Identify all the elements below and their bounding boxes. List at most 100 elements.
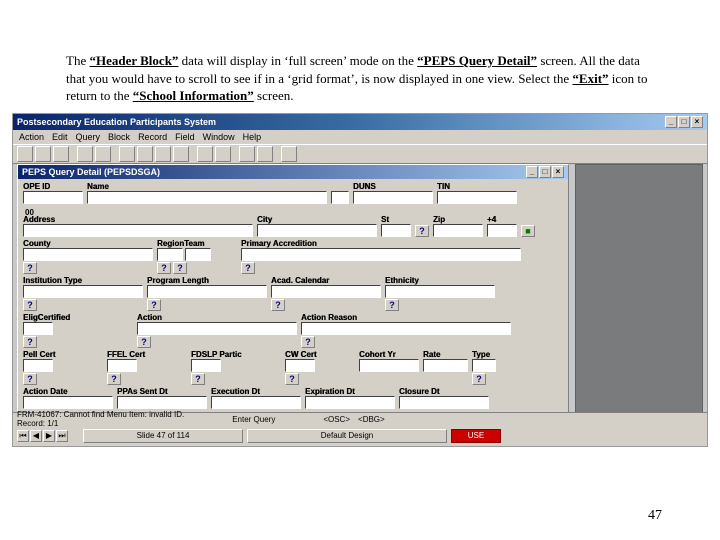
form-body: OPE ID00 Name DUNS TIN Address City St ?… — [18, 179, 568, 414]
toolbar-btn-4[interactable] — [77, 146, 93, 162]
input-action[interactable] — [137, 322, 297, 335]
tab-nav-next[interactable]: ▶ — [43, 430, 55, 442]
label-prog-length: Program Length — [147, 276, 267, 285]
menu-edit[interactable]: Edit — [52, 132, 68, 142]
help-icon-fdslp[interactable]: ? — [191, 373, 205, 385]
toolbar-btn-5[interactable] — [95, 146, 111, 162]
input-ext1[interactable] — [331, 191, 349, 204]
input-rate[interactable] — [423, 359, 468, 372]
help-icon-prog-length[interactable]: ? — [147, 299, 161, 311]
input-acad-cal[interactable] — [271, 285, 381, 298]
help-icon-st[interactable]: ? — [415, 225, 429, 237]
toolbar-btn-11[interactable] — [215, 146, 231, 162]
input-action-date[interactable] — [23, 396, 113, 409]
maximize-button[interactable]: □ — [678, 116, 690, 128]
tab-design: Default Design — [247, 429, 447, 443]
menu-field[interactable]: Field — [175, 132, 195, 142]
status-bar: FRM-41067: Cannot find Menu Item: invali… — [13, 412, 707, 426]
tab-nav-last[interactable]: ⏭ — [56, 430, 68, 442]
input-address[interactable] — [23, 224, 253, 237]
menu-query[interactable]: Query — [76, 132, 101, 142]
input-cohort-yr[interactable] — [359, 359, 419, 372]
side-panel — [575, 164, 703, 414]
input-plus4[interactable] — [487, 224, 517, 237]
menu-action[interactable]: Action — [19, 132, 44, 142]
child-maximize-button[interactable]: □ — [539, 166, 551, 178]
child-minimize-button[interactable]: _ — [526, 166, 538, 178]
input-tin[interactable] — [437, 191, 517, 204]
input-ethnicity[interactable] — [385, 285, 495, 298]
input-prog-length[interactable] — [147, 285, 267, 298]
minimize-button[interactable]: _ — [665, 116, 677, 128]
input-expiration-dt[interactable] — [305, 396, 395, 409]
input-closure-dt[interactable] — [399, 396, 489, 409]
toolbar-btn-12[interactable] — [239, 146, 255, 162]
toolbar-btn-1[interactable] — [17, 146, 33, 162]
input-type[interactable] — [472, 359, 496, 372]
label-acad-cal: Acad. Calendar — [271, 276, 381, 285]
help-icon-team[interactable]: ? — [173, 262, 187, 274]
label-type: Type — [472, 350, 512, 359]
outer-titlebar: Postsecondary Education Participants Sys… — [13, 114, 707, 130]
label-name: Name — [87, 182, 327, 191]
label-county: County — [23, 239, 153, 248]
toolbar-btn-10[interactable] — [197, 146, 213, 162]
input-st[interactable] — [381, 224, 411, 237]
input-pell-cert[interactable] — [23, 359, 53, 372]
help-icon-action-reason[interactable]: ? — [301, 336, 315, 348]
toolbar-btn-13[interactable] — [257, 146, 273, 162]
menu-window[interactable]: Window — [203, 132, 235, 142]
input-ffel-cert[interactable] — [107, 359, 137, 372]
label-ethnicity: Ethnicity — [385, 276, 495, 285]
help-icon-accred[interactable]: ? — [241, 262, 255, 274]
label-elig-cert: EligCertified — [23, 313, 133, 322]
help-icon-elig-cert[interactable]: ? — [23, 336, 37, 348]
input-primary-accredition[interactable] — [241, 248, 521, 261]
input-team[interactable] — [185, 248, 211, 261]
input-inst-type[interactable] — [23, 285, 143, 298]
help-icon-ffel[interactable]: ? — [107, 373, 121, 385]
input-zip[interactable] — [433, 224, 483, 237]
help-icon-acad-cal[interactable]: ? — [271, 299, 285, 311]
help-icon-region[interactable]: ? — [157, 262, 171, 274]
toolbar-btn-9[interactable] — [173, 146, 189, 162]
menu-record[interactable]: Record — [138, 132, 167, 142]
help-icon-pell[interactable]: ? — [23, 373, 37, 385]
tab-nav-prev[interactable]: ◀ — [30, 430, 42, 442]
input-region[interactable] — [157, 248, 183, 261]
input-city[interactable] — [257, 224, 377, 237]
input-duns[interactable] — [353, 191, 433, 204]
help-icon-action[interactable]: ? — [137, 336, 151, 348]
input-ope-id[interactable] — [23, 191, 83, 204]
toolbar — [13, 144, 707, 164]
input-name[interactable] — [87, 191, 327, 204]
input-fdslp[interactable] — [191, 359, 221, 372]
label-cw-cert: CW Cert — [285, 350, 355, 359]
close-button[interactable]: × — [691, 116, 703, 128]
label-city: City — [257, 215, 377, 224]
child-close-button[interactable]: × — [552, 166, 564, 178]
input-cw-cert[interactable] — [285, 359, 315, 372]
help-icon-type[interactable]: ? — [472, 373, 486, 385]
toolbar-exit-icon[interactable] — [281, 146, 297, 162]
input-ppas-sent[interactable] — [117, 396, 207, 409]
input-elig-cert[interactable] — [23, 322, 53, 335]
toolbar-btn-6[interactable] — [119, 146, 135, 162]
toolbar-btn-7[interactable] — [137, 146, 153, 162]
toolbar-btn-2[interactable] — [35, 146, 51, 162]
input-action-reason[interactable] — [301, 322, 511, 335]
menu-help[interactable]: Help — [243, 132, 262, 142]
toolbar-btn-8[interactable] — [155, 146, 171, 162]
input-county[interactable] — [23, 248, 153, 261]
help-icon-cw[interactable]: ? — [285, 373, 299, 385]
menu-block[interactable]: Block — [108, 132, 130, 142]
help-icon-ethnicity[interactable]: ? — [385, 299, 399, 311]
help-icon-county[interactable]: ? — [23, 262, 37, 274]
label-closure-dt: Closure Dt — [399, 387, 489, 396]
help-icon-inst-type[interactable]: ? — [23, 299, 37, 311]
help-icon-zip[interactable]: ■ — [521, 225, 535, 237]
input-execution-dt[interactable] — [211, 396, 301, 409]
tab-nav-first[interactable]: ⏮ — [17, 430, 29, 442]
status-osc: <OSC> — [323, 415, 350, 424]
toolbar-btn-3[interactable] — [53, 146, 69, 162]
